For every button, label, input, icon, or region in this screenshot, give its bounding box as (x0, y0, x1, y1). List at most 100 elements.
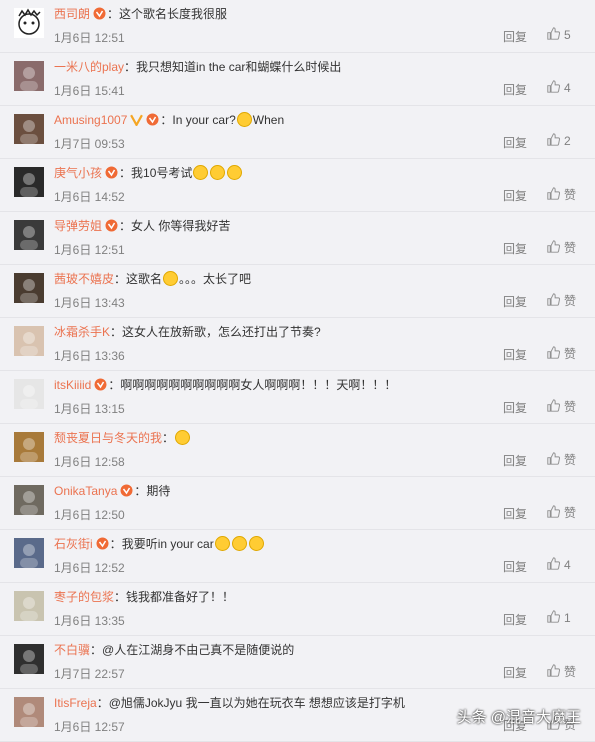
avatar[interactable] (14, 591, 44, 621)
avatar[interactable] (14, 61, 44, 91)
reply-button[interactable]: 回复 (503, 452, 527, 469)
separator: ： (110, 325, 123, 339)
like-count: 赞 (564, 294, 577, 308)
username-link[interactable]: ItisFreja (54, 696, 97, 710)
reply-button[interactable]: 回复 (503, 187, 527, 204)
comment-line: 导弹劳姐 ：女人 你等得我好苦 (54, 218, 230, 236)
username-link[interactable]: 不白骥 (54, 643, 90, 657)
comment-date: 1月6日 13:36 (54, 349, 125, 363)
like-button[interactable]: 赞 (547, 292, 576, 309)
reply-button[interactable]: 回复 (503, 81, 527, 98)
comment-line: ItisFreja：@旭儒JokJyu 我一直以为她在玩衣车 想想应该是打字机 (54, 695, 405, 711)
avatar[interactable] (14, 485, 44, 515)
reply-button[interactable]: 回复 (503, 611, 527, 628)
like-button[interactable]: 赞 (547, 186, 576, 203)
like-count: 赞 (564, 400, 577, 414)
comment-item: 一米八的play：我只想知道in the car和蝴蝶什么时候出 1月6日 15:… (0, 53, 595, 106)
like-button[interactable]: 4 (547, 557, 571, 573)
avatar[interactable] (14, 273, 44, 303)
reply-button[interactable]: 回复 (503, 293, 527, 310)
username-link[interactable]: 导弹劳姐 (54, 219, 102, 233)
separator: ： (114, 590, 127, 604)
like-button[interactable]: 1 (547, 610, 571, 626)
thumbs-up-icon (547, 345, 561, 362)
like-button[interactable]: 5 (547, 27, 571, 43)
avatar[interactable] (14, 432, 44, 462)
reply-button[interactable]: 回复 (503, 399, 527, 416)
like-count: 5 (564, 28, 571, 42)
like-button[interactable]: 赞 (547, 663, 576, 680)
comment-text: 这女人在放新歌，怎么还打出了节奏? (122, 325, 321, 339)
comment-line: 一米八的play：我只想知道in the car和蝴蝶什么时候出 (54, 59, 341, 75)
username-link[interactable]: 西司朗 (54, 7, 90, 21)
comment-date: 1月6日 13:43 (54, 296, 125, 310)
comment-text: @人在江湖身不由己真不是随便说的 (102, 643, 295, 657)
comment-text: 我10号考试 (131, 166, 193, 180)
username-link[interactable]: 一米八的play (54, 60, 124, 74)
like-count: 赞 (564, 241, 577, 255)
reply-button[interactable]: 回复 (503, 28, 527, 45)
separator: ： (114, 272, 127, 286)
like-button[interactable]: 赞 (547, 451, 576, 468)
like-count: 赞 (564, 347, 577, 361)
avatar[interactable] (14, 538, 44, 568)
avatar[interactable] (14, 644, 44, 674)
comment-text-after: When (252, 113, 285, 127)
username-link[interactable]: OnikaTanya (54, 484, 117, 498)
reply-button[interactable]: 回复 (503, 664, 527, 681)
separator: ： (108, 378, 121, 392)
thumbs-up-icon (547, 557, 561, 573)
username-link[interactable]: 颓丧夏日与冬天的我 (54, 431, 162, 445)
comment-item: 茜玻不嬉皮：这歌名 。。。太长了吧 1月6日 13:43 回复 赞 (0, 265, 595, 318)
username-link[interactable]: 庚气小孩 (54, 166, 102, 180)
avatar[interactable] (14, 8, 44, 38)
pray-emoji-icon (227, 165, 243, 180)
like-button[interactable]: 赞 (547, 398, 576, 415)
username-link[interactable]: Amusing1007 (54, 113, 127, 127)
like-count: 2 (564, 134, 571, 148)
thumbs-up-icon (547, 610, 561, 626)
like-button[interactable]: 2 (547, 133, 571, 149)
comment-date: 1月6日 12:57 (54, 720, 125, 734)
thumbs-up-icon (547, 133, 561, 149)
comment-text: 我要听in your car (121, 537, 214, 551)
like-button[interactable]: 4 (547, 80, 571, 96)
vip-badge-icon (105, 166, 119, 183)
separator: ： (119, 219, 132, 233)
comment-line: 不白骥：@人在江湖身不由己真不是随便说的 (54, 642, 294, 658)
avatar[interactable] (14, 114, 44, 144)
thumbs-up-icon (547, 186, 561, 203)
username-link[interactable]: 枣子的包浆 (54, 590, 114, 604)
reply-button[interactable]: 回复 (503, 134, 527, 151)
comment-date: 1月6日 12:50 (54, 508, 125, 522)
comment-item: Amusing1007 ：In your car? When 1月7日 09:53 回复… (0, 106, 595, 159)
username-link[interactable]: 冰霜杀手K (54, 325, 110, 339)
comment-text: 我只想知道in the car和蝴蝶什么时候出 (136, 60, 342, 74)
avatar[interactable] (14, 326, 44, 356)
comment-line: itsKiiiid ：啊啊啊啊啊啊啊啊啊啊女人啊啊啊！！！天啊！！！ (54, 377, 396, 395)
username-link[interactable]: 茜玻不嬉皮 (54, 272, 114, 286)
avatar[interactable] (14, 379, 44, 409)
vip-badge-icon (146, 113, 160, 130)
reply-button[interactable]: 回复 (503, 505, 527, 522)
comment-item: 冰霜杀手K：这女人在放新歌，怎么还打出了节奏? 1月6日 13:36 回复 赞 (0, 318, 595, 371)
comment-item: itsKiiiid ：啊啊啊啊啊啊啊啊啊啊女人啊啊啊！！！天啊！！！ 1月6日 13… (0, 371, 595, 424)
like-button[interactable]: 赞 (547, 239, 576, 256)
avatar[interactable] (14, 697, 44, 727)
like-button[interactable]: 赞 (547, 504, 576, 521)
thumbs-up-icon (547, 504, 561, 521)
thumbs-up-icon (547, 27, 561, 43)
avatar[interactable] (14, 167, 44, 197)
reply-button[interactable]: 回复 (503, 346, 527, 363)
reply-button[interactable]: 回复 (503, 240, 527, 257)
comment-text: 女人 你等得我好苦 (131, 219, 231, 233)
like-button[interactable]: 赞 (547, 345, 576, 362)
thumbs-up-icon (547, 292, 561, 309)
username-link[interactable]: itsKiiiid (54, 378, 91, 392)
reply-button[interactable]: 回复 (503, 558, 527, 575)
avatar[interactable] (14, 220, 44, 250)
thumbs-up-icon (547, 398, 561, 415)
cry-emoji-icon (210, 165, 226, 180)
comment-line: 颓丧夏日与冬天的我： (54, 430, 191, 446)
username-link[interactable]: 石灰街i (54, 537, 93, 551)
